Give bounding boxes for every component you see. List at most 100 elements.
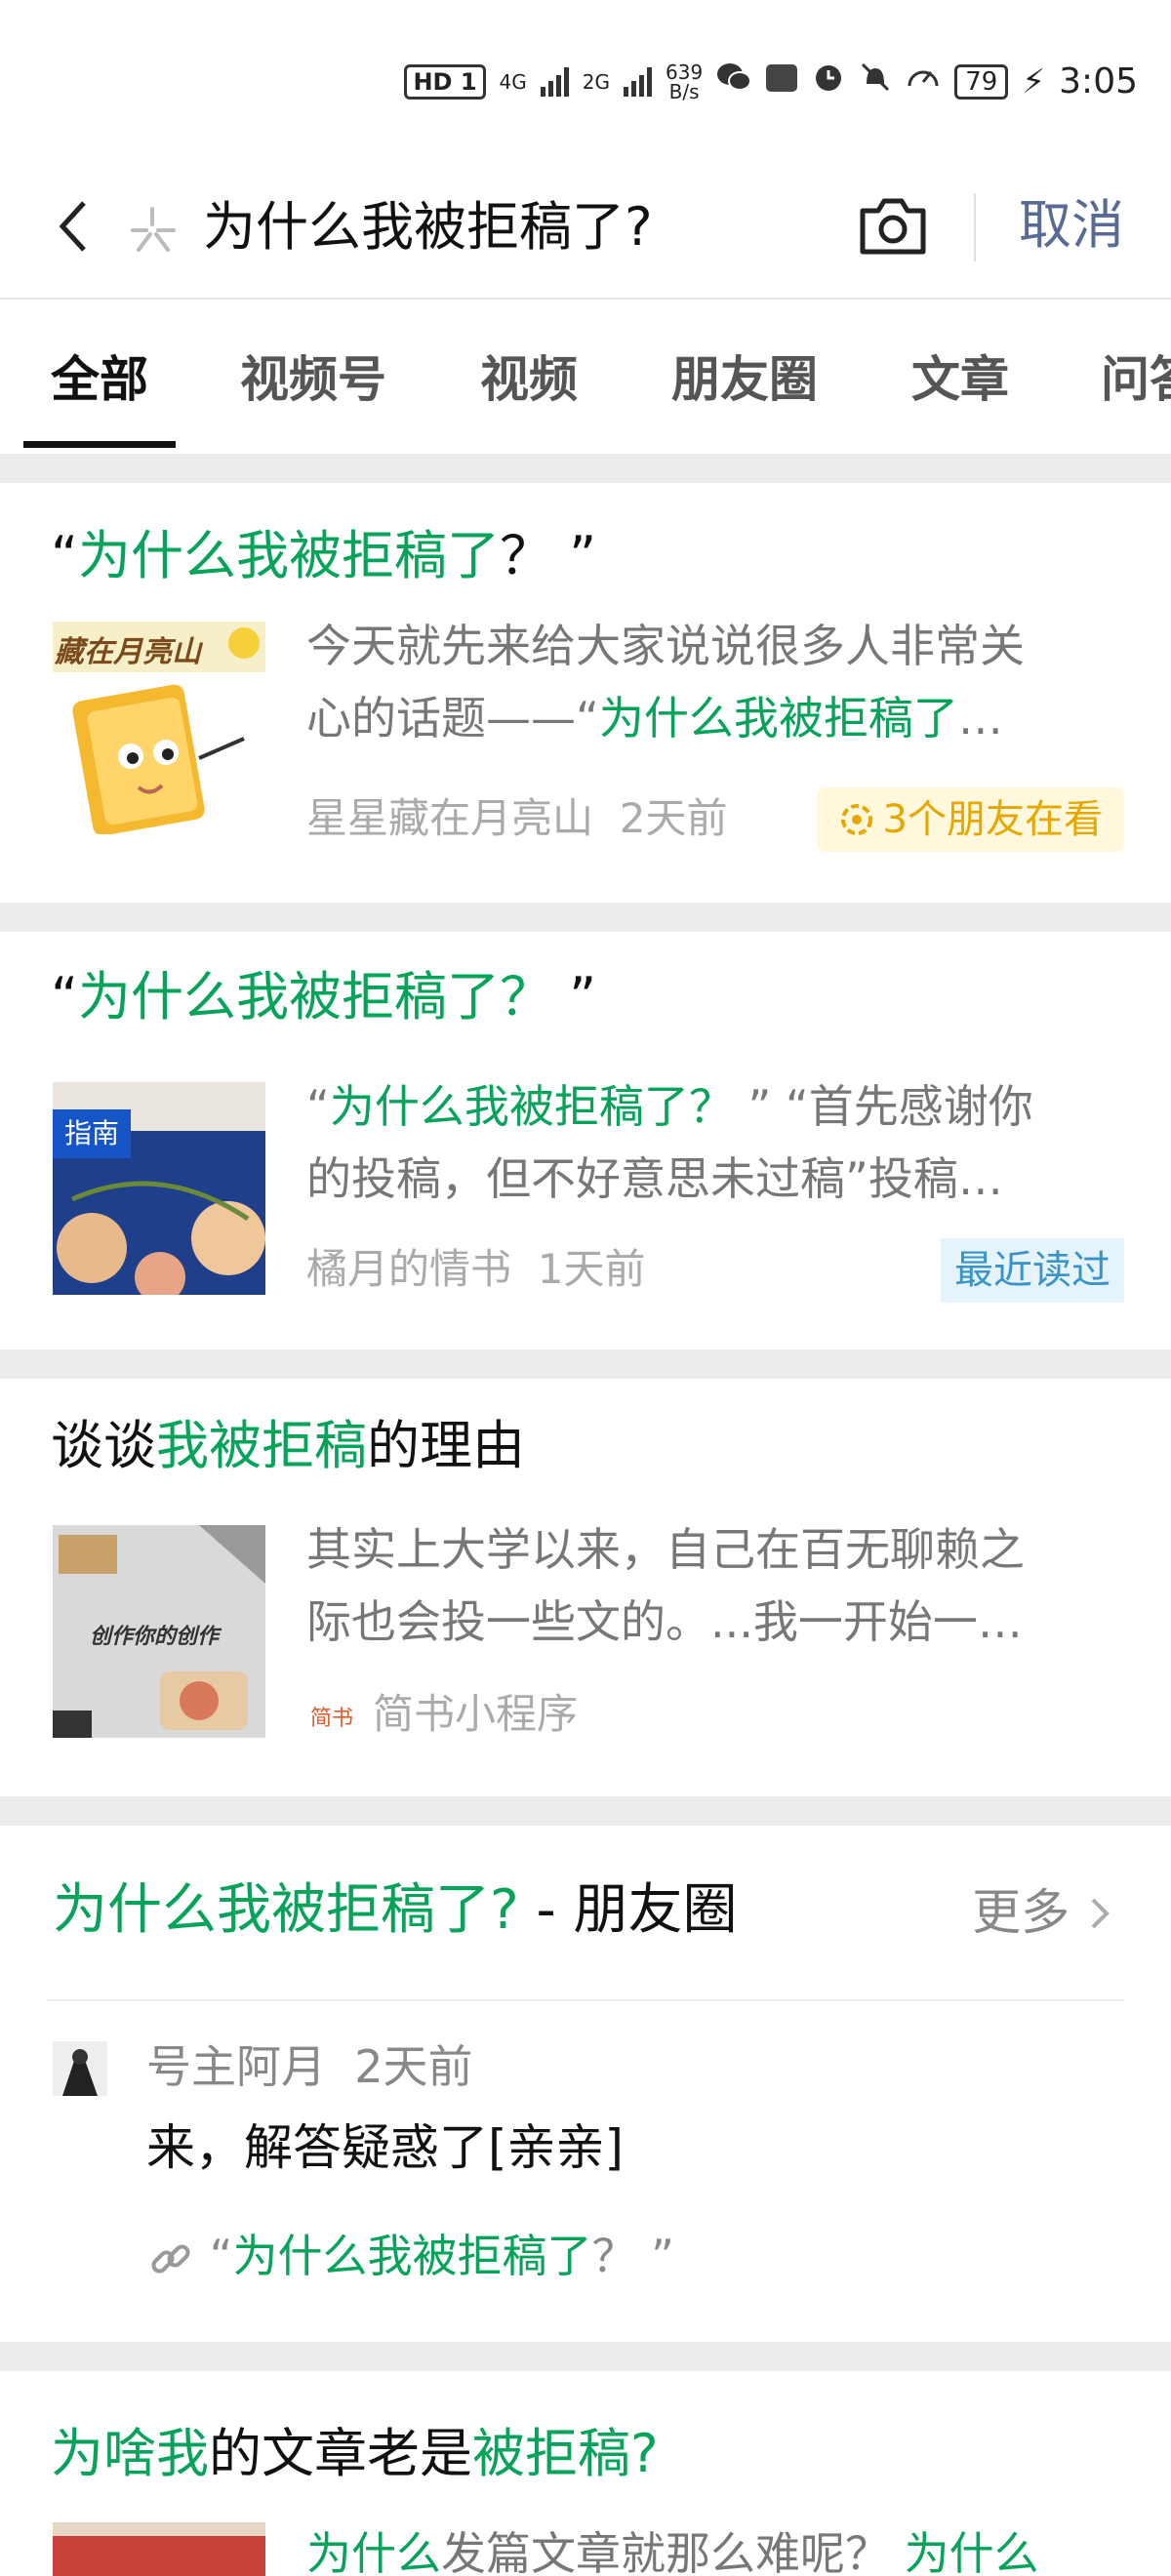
title-post: 的理由 [367, 1415, 525, 1476]
sim-label: 1 [460, 67, 477, 96]
moment-author-name[interactable]: 号主阿月 [146, 2040, 326, 2093]
snippet-quote: “ [306, 1080, 330, 1133]
result-time: 2天前 [619, 794, 728, 842]
cancel-button[interactable]: 取消 [1019, 193, 1124, 258]
result-title: “为什么我被拒稿了？ ” [51, 965, 596, 1029]
result-meta: 星星藏在月亮山 2天前 [306, 791, 727, 846]
quote-open: “ [51, 525, 78, 586]
hd-icon: HD 1 [404, 63, 486, 100]
snippet-line-1: “为什么我被拒稿了？ ” “首先感谢你 [306, 1070, 1126, 1143]
charging-icon: ⚡ [1022, 61, 1046, 101]
quote-close: ” [551, 966, 597, 1027]
friends-watching-badge: 3个朋友在看 [816, 787, 1124, 852]
snippet-line-2: 心的话题——“为什么我被拒稿了… [306, 682, 1126, 754]
result-snippet: 为什么发篇文章就那么难呢？ 为什么 [306, 2517, 1126, 2576]
more-label: 更多 [972, 1884, 1070, 1941]
snippet-line-1: 其实上大学以来，自己在百无聊赖之 [306, 1523, 1025, 1576]
thumbnail-caption: 指南 [53, 1109, 131, 1158]
link-highlight: 为什么我被拒稿了 [232, 2230, 592, 2282]
thumbnail-caption: 创作你的创作 [90, 1625, 220, 1649]
gap [0, 1796, 1171, 1826]
link-quote-close: ？ ” [591, 2230, 674, 2282]
result-card-3[interactable]: 谈谈我被拒稿的理由 创作你的创作 其实上大学以来，自己在百无聊赖之 际也会投一些… [0, 1379, 1171, 1796]
result-author: 星星藏在月亮山 [306, 794, 594, 842]
camera-icon[interactable] [857, 193, 929, 258]
tab-qa[interactable]: 问答 [1101, 350, 1171, 409]
tab-articles[interactable]: 文章 [911, 350, 1009, 409]
moments-title-post: - 朋友圈 [518, 1878, 738, 1942]
net-speed: 639 B/s [666, 62, 703, 101]
avatar[interactable] [53, 2041, 107, 2096]
friends-icon [840, 804, 872, 835]
moments-title-highlight: 为什么我被拒稿了? [53, 1878, 519, 1942]
snippet-highlight-1: 为什么 [306, 2527, 441, 2576]
source-tag: 简书 [310, 1707, 354, 1731]
more-button[interactable]: 更多 [972, 1880, 1114, 1945]
snippet-line-1: 为什么发篇文章就那么难呢？ 为什么 [306, 2517, 1126, 2576]
wechat-icon [716, 61, 752, 101]
result-card-4[interactable]: 为啥我的文章老是被拒稿? 为什么发篇文章就那么难呢？ 为什么 [0, 2371, 1171, 2576]
result-thumbnail: 指南 [53, 1082, 265, 1295]
clock: 3:05 [1059, 61, 1138, 101]
result-snippet: 今天就先来给大家说说很多人非常关 心的话题——“为什么我被拒稿了… [306, 610, 1126, 754]
speed-unit: B/s [668, 79, 700, 103]
battery-level: 79 [965, 66, 998, 97]
result-thumbnail [53, 2522, 265, 2576]
gap [0, 1349, 1171, 1379]
search-spark-icon [131, 207, 176, 252]
result-title: 为啥我的文章老是被拒稿? [51, 2422, 659, 2486]
search-input[interactable]: 为什么我被拒稿了? [203, 195, 653, 260]
search-divider [974, 193, 976, 262]
result-card-1[interactable]: “为什么我被拒稿了？ ” 藏在月亮山 今天就先来给大家说说很多人非常关 心的话题… [0, 483, 1171, 903]
snippet-line-2: 的投稿，但不好意思未过稿”投稿… [306, 1152, 1003, 1205]
result-thumbnail: 藏在月亮山 [53, 622, 265, 834]
result-card-2[interactable]: “为什么我被拒稿了？ ” 指南 “为什么我被拒稿了？ ” “首先感谢你 的投稿，… [0, 932, 1171, 1349]
search-bar: 为什么我被拒稿了? 取消 [0, 156, 1171, 300]
quote-open: “ [51, 966, 78, 1027]
moments-header: 为什么我被拒稿了? - 朋友圈 更多 [47, 1826, 1124, 2001]
result-snippet: “为什么我被拒稿了？ ” “首先感谢你 的投稿，但不好意思未过稿”投稿… [306, 1070, 1126, 1215]
moment-text: 来，解答疑惑了[亲亲] [146, 2119, 625, 2176]
tab-channels[interactable]: 视频号 [240, 350, 386, 409]
gap [0, 903, 1171, 932]
snippet-highlight: 为什么我被拒稿了 [598, 692, 958, 745]
tab-all[interactable]: 全部 [51, 350, 148, 409]
snippet-mid: 发篇文章就那么难呢？ [441, 2527, 905, 2576]
title-highlight-2: 被拒稿? [472, 2423, 659, 2484]
title-highlight: 为什么我被拒稿了 [77, 525, 500, 586]
snippet-highlight: 为什么我被拒稿了？ [329, 1080, 734, 1133]
alarm-icon [812, 60, 845, 102]
hms-icon [765, 62, 798, 101]
title-highlight: 我被拒稿 [156, 1415, 367, 1476]
moment-author: 号主阿月 2天前 [146, 2037, 473, 2096]
result-time: 1天前 [537, 1245, 646, 1293]
result-title: 谈谈我被拒稿的理由 [51, 1414, 525, 1478]
snippet-pre: 心的话题——“ [306, 692, 599, 745]
title-pre: 谈谈 [51, 1415, 156, 1476]
tab-moments[interactable]: 朋友圈 [671, 350, 818, 409]
result-thumbnail: 创作你的创作 [53, 1525, 265, 1738]
result-title: “为什么我被拒稿了？ ” [51, 524, 596, 588]
tab-videos[interactable]: 视频 [480, 350, 578, 409]
back-arrow-icon[interactable] [47, 197, 105, 256]
signal-2g-icon: 2G [583, 72, 610, 92]
speed-dial-icon [906, 60, 941, 102]
snippet-post: ” “首先感谢你 [733, 1080, 1033, 1133]
title-highlight: 为什么我被拒稿了？ [77, 966, 552, 1027]
quote-close: ？ ” [499, 525, 597, 586]
moment-time: 2天前 [354, 2040, 473, 2093]
recently-read-badge: 最近读过 [941, 1238, 1124, 1303]
signal-bars-1 [540, 66, 569, 97]
snippet-line-2: 际也会投一些文的。...我一开始一… [306, 1595, 1023, 1648]
result-source: 简书小程序 [373, 1690, 579, 1738]
hd-label: HD [413, 67, 453, 96]
snippet-line-1: 今天就先来给大家说说很多人非常关 [306, 620, 1025, 672]
moment-link[interactable]: “为什么我被拒稿了？ ” [146, 2227, 674, 2285]
badge-label: 3个朋友在看 [882, 797, 1103, 842]
net2-label: 2G [582, 69, 610, 94]
link-quote-open: “ [209, 2230, 233, 2282]
moments-title: 为什么我被拒稿了? - 朋友圈 [53, 1878, 738, 1943]
status-bar: HD 1 4G 2G 639 B/s 79 ⚡ 3:05 [0, 0, 1171, 156]
title-highlight-1: 为啥我 [51, 2423, 209, 2484]
snippet-highlight-2: 为什么 [904, 2527, 1039, 2576]
